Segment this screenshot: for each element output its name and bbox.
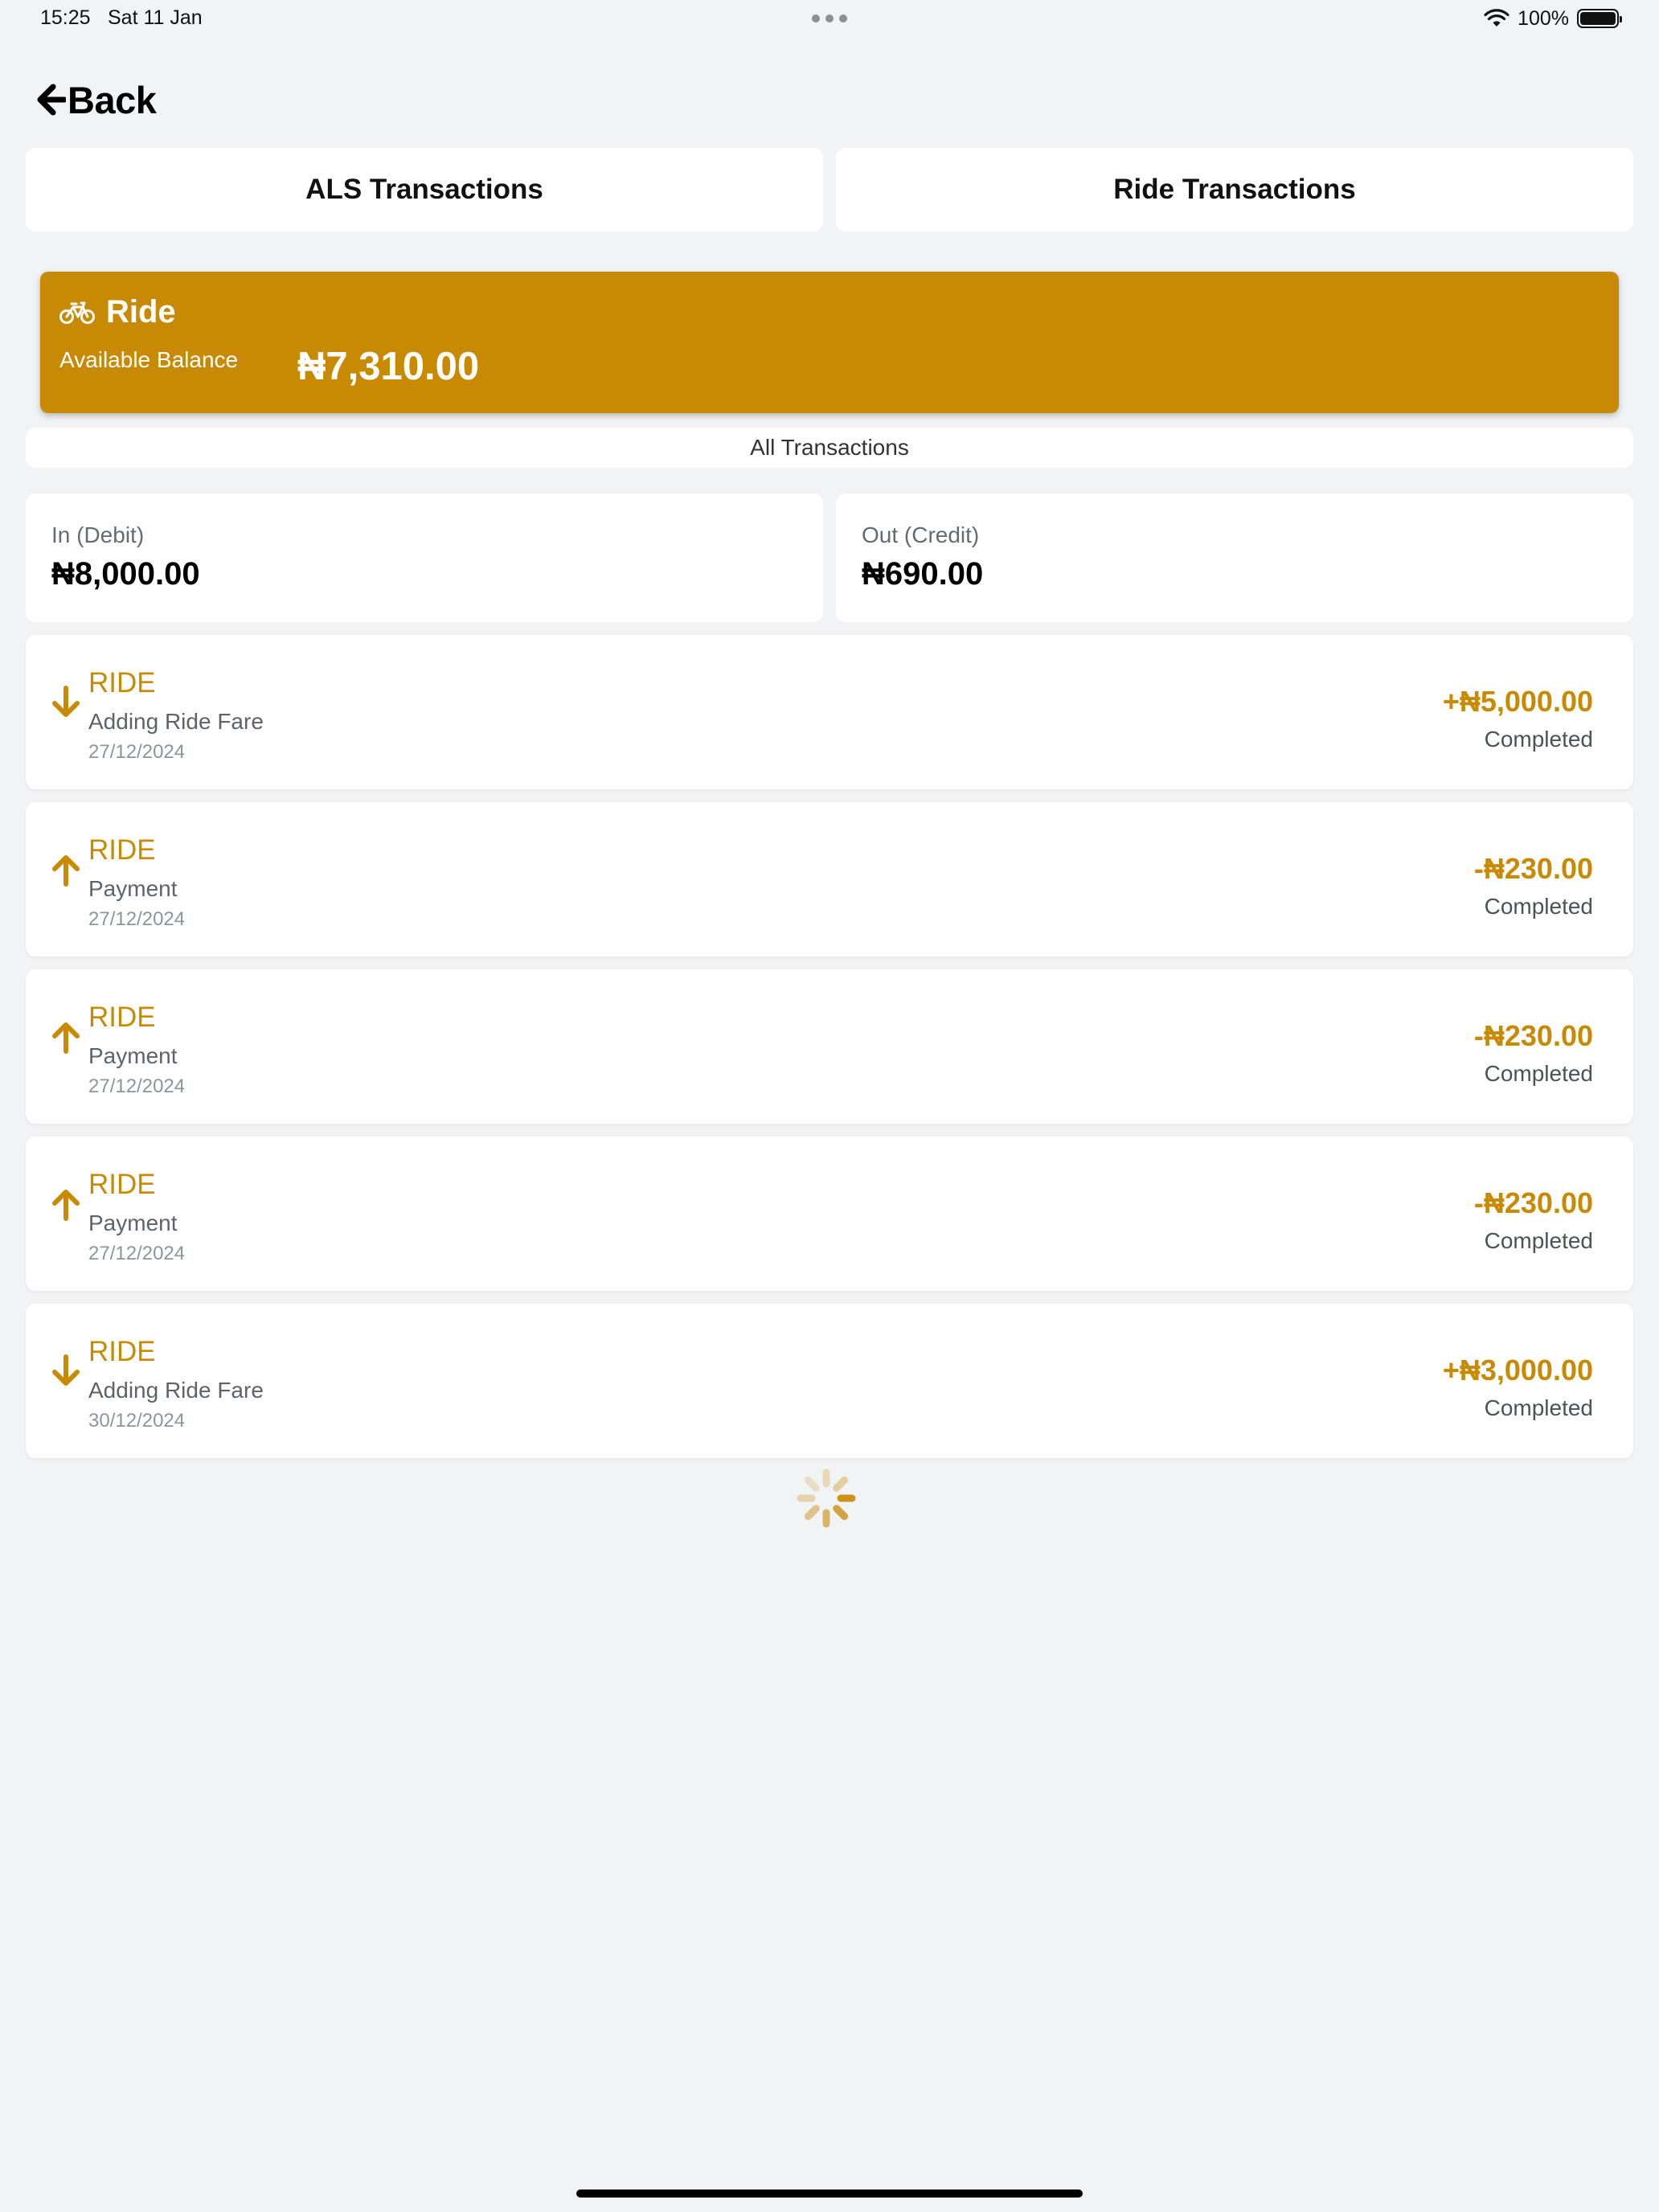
available-balance-amount: ₦7,310.00 bbox=[297, 345, 480, 388]
arrow-up-icon bbox=[52, 1022, 80, 1054]
transaction-type: RIDE bbox=[88, 1169, 156, 1200]
summary: In (Debit) ₦8,000.00 Out (Credit) ₦690.0… bbox=[26, 494, 1633, 622]
transaction-date: 30/12/2024 bbox=[88, 1410, 186, 1432]
transaction-row[interactable]: RIDE Payment 27/12/2024 -₦230.00 Complet… bbox=[26, 1137, 1633, 1291]
transaction-status: Completed bbox=[1484, 894, 1593, 919]
balance-card: Ride Available Balance ₦7,310.00 bbox=[40, 272, 1619, 413]
transaction-status: Completed bbox=[1484, 1395, 1593, 1420]
battery-icon bbox=[1577, 9, 1622, 28]
transaction-row[interactable]: RIDE Payment 27/12/2024 -₦230.00 Complet… bbox=[26, 969, 1633, 1124]
bicycle-icon bbox=[59, 301, 95, 324]
transaction-amount: -₦230.00 bbox=[1473, 1019, 1593, 1052]
summary-in-label: In (Debit) bbox=[51, 522, 145, 547]
arrow-down-icon bbox=[52, 686, 80, 717]
transaction-status: Completed bbox=[1484, 727, 1593, 752]
status-time: 15:25 bbox=[40, 6, 91, 29]
transaction-type: RIDE bbox=[88, 1336, 156, 1367]
transaction-description: Payment bbox=[88, 1210, 178, 1235]
transaction-amount: -₦230.00 bbox=[1473, 852, 1593, 885]
summary-out-value: ₦690.00 bbox=[862, 556, 984, 592]
transaction-list: RIDE Adding Ride Fare 27/12/2024 +₦5,000… bbox=[26, 635, 1633, 1471]
status-date: Sat 11 Jan bbox=[108, 6, 203, 29]
available-balance-label: Available Balance bbox=[59, 347, 239, 372]
home-indicator[interactable] bbox=[576, 2189, 1083, 2198]
transaction-amount: -₦230.00 bbox=[1473, 1186, 1593, 1219]
transaction-amount: +₦3,000.00 bbox=[1442, 1354, 1593, 1387]
all-transactions-filter[interactable]: All Transactions bbox=[26, 428, 1633, 468]
transaction-type: RIDE bbox=[88, 1002, 156, 1033]
transaction-row[interactable]: RIDE Adding Ride Fare 30/12/2024 +₦3,000… bbox=[26, 1304, 1633, 1458]
balance-title-text: Ride bbox=[106, 294, 176, 330]
arrow-up-icon bbox=[52, 1190, 80, 1221]
summary-out-card: Out (Credit) ₦690.00 bbox=[836, 494, 1633, 622]
wifi-icon bbox=[1484, 9, 1509, 27]
loading-spinner-icon bbox=[797, 1469, 856, 1528]
page: 15:25 Sat 11 Jan 100% Back ALS Transacti… bbox=[0, 0, 1659, 2212]
status-bar: 15:25 Sat 11 Jan 100% bbox=[0, 0, 1659, 39]
arrow-up-icon bbox=[52, 855, 80, 887]
tab-als-transactions[interactable]: ALS Transactions bbox=[26, 148, 823, 231]
transaction-row[interactable]: RIDE Adding Ride Fare 27/12/2024 +₦5,000… bbox=[26, 635, 1633, 789]
transaction-date: 27/12/2024 bbox=[88, 908, 186, 930]
transaction-date: 27/12/2024 bbox=[88, 741, 186, 763]
tab-ride-transactions[interactable]: Ride Transactions bbox=[836, 148, 1633, 231]
summary-in-card: In (Debit) ₦8,000.00 bbox=[26, 494, 823, 622]
transaction-type: RIDE bbox=[88, 667, 156, 698]
transaction-type: RIDE bbox=[88, 834, 156, 866]
transaction-tabs: ALS Transactions Ride Transactions bbox=[26, 148, 1633, 231]
transaction-status: Completed bbox=[1484, 1061, 1593, 1086]
transaction-status: Completed bbox=[1484, 1228, 1593, 1253]
transaction-date: 27/12/2024 bbox=[88, 1075, 186, 1097]
transaction-date: 27/12/2024 bbox=[88, 1243, 186, 1264]
arrow-down-icon bbox=[52, 1354, 80, 1386]
transaction-description: Payment bbox=[88, 1043, 178, 1068]
summary-in-value: ₦8,000.00 bbox=[51, 556, 200, 592]
transaction-row[interactable]: RIDE Payment 27/12/2024 -₦230.00 Complet… bbox=[26, 802, 1633, 956]
transaction-description: Adding Ride Fare bbox=[88, 1378, 264, 1403]
back-button[interactable]: Back bbox=[37, 74, 157, 125]
back-label: Back bbox=[68, 78, 157, 121]
status-indicators: 100% bbox=[1484, 5, 1622, 32]
transaction-description: Payment bbox=[88, 876, 178, 901]
transaction-amount: +₦5,000.00 bbox=[1442, 685, 1593, 718]
summary-out-label: Out (Credit) bbox=[862, 522, 980, 547]
battery-percent: 100% bbox=[1518, 6, 1569, 30]
balance-title: Ride bbox=[59, 294, 176, 330]
multitasking-dots-icon[interactable] bbox=[812, 14, 847, 23]
arrow-left-icon bbox=[37, 84, 66, 116]
transaction-description: Adding Ride Fare bbox=[88, 709, 264, 734]
